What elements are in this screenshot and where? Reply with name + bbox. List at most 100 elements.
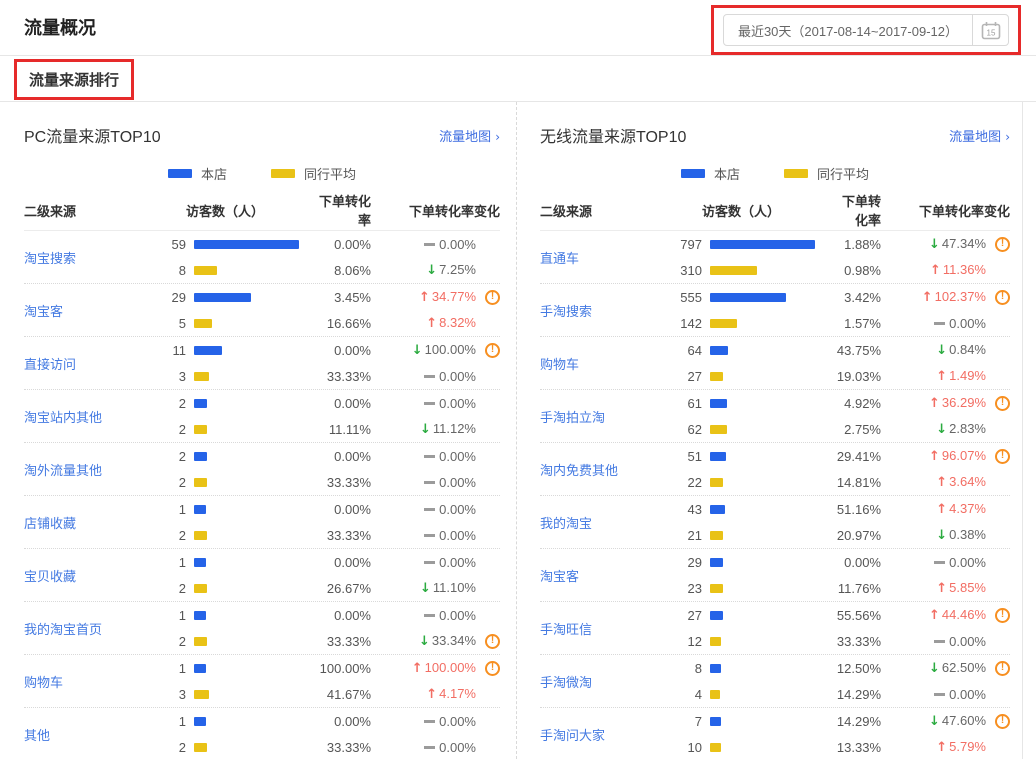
arrow-up-icon: ↑ xyxy=(929,449,940,464)
source-link[interactable]: 手淘拍立淘 xyxy=(540,407,605,426)
order-conversion-rate: 0.00% xyxy=(314,502,371,517)
source-link[interactable]: 其他 xyxy=(24,725,50,744)
traffic-map-link[interactable]: 流量地图› xyxy=(439,126,500,145)
own-store-bar xyxy=(194,505,206,514)
warn-cell: ! xyxy=(476,343,500,358)
col-source: 二级来源 xyxy=(540,201,670,220)
warning-icon[interactable]: ! xyxy=(995,661,1010,676)
order-conversion-rate: 1.88% xyxy=(830,237,881,252)
order-conversion-rate: 4.92% xyxy=(830,396,881,411)
source-link[interactable]: 店铺收藏 xyxy=(24,513,76,532)
flat-dash-icon xyxy=(424,402,435,405)
peer-average-line: 226.67%↓11.10% xyxy=(154,575,500,601)
source-link[interactable]: 宝贝收藏 xyxy=(24,566,76,585)
source-label-cell: 宝贝收藏 xyxy=(24,549,154,601)
source-link[interactable]: 直接访问 xyxy=(24,354,76,373)
source-link[interactable]: 淘内免费其他 xyxy=(540,460,618,479)
warning-icon[interactable]: ! xyxy=(485,343,500,358)
order-conversion-rate: 16.66% xyxy=(314,316,371,331)
own-store-bar xyxy=(710,558,723,567)
rate-change: ↓100.00% xyxy=(371,342,476,358)
source-link[interactable]: 淘宝站内其他 xyxy=(24,407,102,426)
rate-change: ↓0.38% xyxy=(881,527,986,543)
visitors-value: 12 xyxy=(670,634,702,649)
source-label-cell: 我的淘宝首页 xyxy=(24,602,154,654)
visitors-value: 8 xyxy=(670,661,702,676)
calendar-icon: 15 xyxy=(981,21,1001,40)
warning-icon[interactable]: ! xyxy=(995,396,1010,411)
source-link[interactable]: 手淘微淘 xyxy=(540,672,592,691)
peer-average-line: 1421.57%0.00% xyxy=(670,310,1010,336)
warning-icon[interactable]: ! xyxy=(485,290,500,305)
visitors-value: 142 xyxy=(670,316,702,331)
warning-icon[interactable]: ! xyxy=(995,449,1010,464)
content-right-border xyxy=(1022,102,1023,759)
arrow-down-icon: ↓ xyxy=(419,634,430,649)
source-link[interactable]: 淘宝客 xyxy=(24,301,63,320)
source-link[interactable]: 手淘搜索 xyxy=(540,301,592,320)
own-store-line: 10.00%0.00% xyxy=(154,602,500,628)
source-link[interactable]: 手淘旺信 xyxy=(540,619,592,638)
order-conversion-rate: 0.00% xyxy=(830,555,881,570)
own-store-line: 812.50%↓62.50%! xyxy=(670,655,1010,681)
source-link[interactable]: 直通车 xyxy=(540,248,579,267)
legend: 本店 同行平均 xyxy=(540,164,1010,182)
date-range-label[interactable]: 最近30天（2017-08-14~2017-09-12） xyxy=(724,15,972,45)
own-store-bar xyxy=(194,240,299,249)
svg-text:15: 15 xyxy=(986,28,995,37)
rate-change: 0.00% xyxy=(371,608,476,623)
warning-icon[interactable]: ! xyxy=(995,290,1010,305)
visitors-value: 1 xyxy=(154,608,186,623)
rate-change: ↑8.32% xyxy=(371,315,476,331)
order-conversion-rate: 13.33% xyxy=(830,740,881,755)
legend-own: 本店 xyxy=(168,164,227,183)
table-row: 其他10.00%0.00%233.33%0.00% xyxy=(24,708,500,759)
order-conversion-rate: 0.00% xyxy=(314,396,371,411)
source-link[interactable]: 我的淘宝 xyxy=(540,513,592,532)
visitors-bar-cell xyxy=(186,425,314,434)
row-lines: 5129.41%↑96.07%!2214.81%↑3.64% xyxy=(670,443,1010,495)
panel-header: 无线流量来源TOP10 流量地图› xyxy=(540,122,1010,148)
peer-average-bar xyxy=(194,690,209,699)
own-store-bar xyxy=(710,664,721,673)
col-visitors: 访客数（人） xyxy=(670,201,830,220)
peer-average-bar xyxy=(194,425,207,434)
source-link[interactable]: 购物车 xyxy=(540,354,579,373)
source-link[interactable]: 我的淘宝首页 xyxy=(24,619,102,638)
peer-average-line: 2120.97%↓0.38% xyxy=(670,522,1010,548)
order-conversion-rate: 3.45% xyxy=(314,290,371,305)
peer-average-bar xyxy=(710,531,723,540)
order-conversion-rate: 0.00% xyxy=(314,343,371,358)
own-store-bar xyxy=(194,611,206,620)
source-link[interactable]: 手淘问大家 xyxy=(540,725,605,744)
table-row: 淘外流量其他20.00%0.00%233.33%0.00% xyxy=(24,443,500,496)
source-link[interactable]: 淘外流量其他 xyxy=(24,460,102,479)
peer-average-line: 233.33%0.00% xyxy=(154,734,500,759)
rate-change: 0.00% xyxy=(371,369,476,384)
peer-average-bar xyxy=(710,425,727,434)
warning-icon[interactable]: ! xyxy=(995,714,1010,729)
rate-change: ↑4.17% xyxy=(371,686,476,702)
visitors-bar-cell xyxy=(186,717,314,726)
warning-icon[interactable]: ! xyxy=(485,661,500,676)
order-conversion-rate: 33.33% xyxy=(314,740,371,755)
rate-change: 0.00% xyxy=(371,502,476,517)
warning-icon[interactable]: ! xyxy=(995,237,1010,252)
date-range-picker[interactable]: 最近30天（2017-08-14~2017-09-12） 15 xyxy=(723,14,1009,46)
visitors-value: 4 xyxy=(670,687,702,702)
rows: 直通车7971.88%↓47.34%!3100.98%↑11.36%手淘搜索55… xyxy=(540,230,1010,759)
flat-dash-icon xyxy=(424,534,435,537)
flat-dash-icon xyxy=(934,561,945,564)
calendar-button[interactable]: 15 xyxy=(972,15,1008,45)
source-link[interactable]: 淘宝搜索 xyxy=(24,248,76,267)
source-link[interactable]: 购物车 xyxy=(24,672,63,691)
warning-icon[interactable]: ! xyxy=(995,608,1010,623)
table-row: 直接访问110.00%↓100.00%!333.33%0.00% xyxy=(24,337,500,390)
order-conversion-rate: 0.00% xyxy=(314,714,371,729)
source-link[interactable]: 淘宝客 xyxy=(540,566,579,585)
warning-icon[interactable]: ! xyxy=(485,634,500,649)
traffic-map-link[interactable]: 流量地图› xyxy=(949,126,1010,145)
own-store-bar xyxy=(710,240,815,249)
table-row: 淘宝搜索590.00%0.00%88.06%↓7.25% xyxy=(24,231,500,284)
own-store-line: 110.00%↓100.00%! xyxy=(154,337,500,363)
